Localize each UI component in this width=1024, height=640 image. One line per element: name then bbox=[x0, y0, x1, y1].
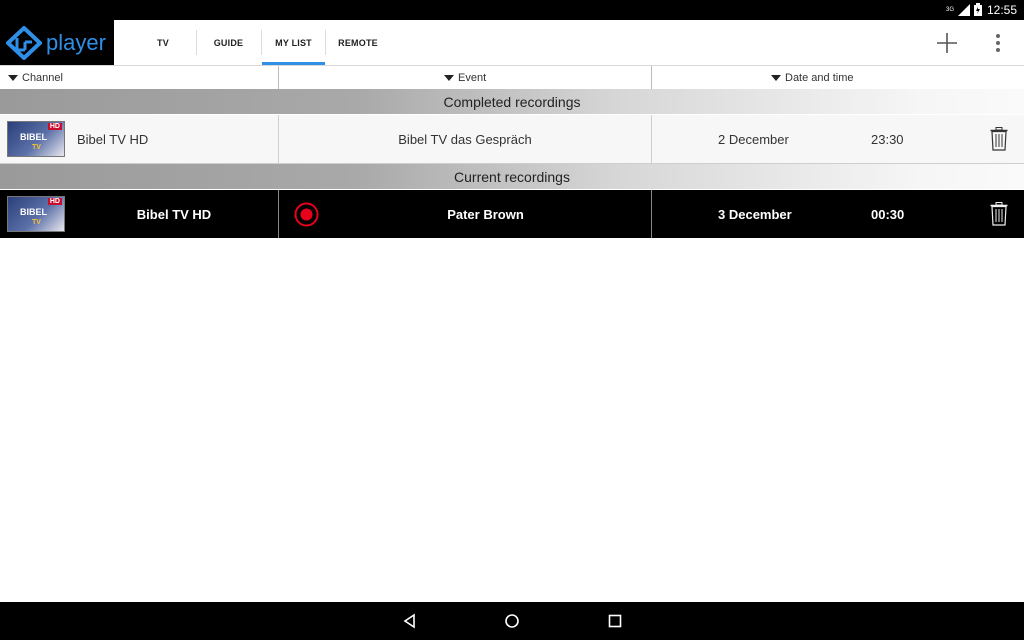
column-divider bbox=[651, 190, 652, 238]
status-icons: 3G bbox=[946, 3, 982, 16]
app-logo[interactable]: player bbox=[0, 20, 114, 65]
section-header-completed: Completed recordings bbox=[0, 89, 1024, 114]
tab-tv[interactable]: TV bbox=[144, 20, 182, 65]
tab-tv-label: TV bbox=[157, 37, 169, 48]
tab-divider bbox=[325, 30, 326, 55]
column-divider bbox=[278, 190, 279, 238]
channel-logo-text: BIBEL bbox=[20, 207, 47, 217]
section-title: Current recordings bbox=[454, 168, 570, 185]
channel-logo-sub: TV bbox=[32, 219, 41, 226]
recents-icon[interactable] bbox=[607, 613, 623, 629]
recording-date: 2 December bbox=[718, 131, 789, 147]
channel-logo: HD BIBEL TV bbox=[7, 196, 65, 232]
delete-icon[interactable] bbox=[990, 127, 1008, 151]
recording-row[interactable]: HD BIBEL TV Bibel TV HD Bibel TV das Ges… bbox=[0, 115, 1024, 164]
column-header-datetime-label: Date and time bbox=[785, 71, 854, 84]
status-bar: 3G 12:55 bbox=[0, 0, 1024, 20]
signal-icon bbox=[958, 3, 970, 16]
overflow-menu-button[interactable] bbox=[983, 28, 1013, 58]
channel-logo: HD BIBEL TV bbox=[7, 121, 65, 157]
section-title: Completed recordings bbox=[443, 93, 581, 110]
clock: 12:55 bbox=[986, 3, 1017, 17]
app-bar: player TV GUIDE MY LIST REMOTE bbox=[0, 20, 1024, 66]
network-type-label: 3G bbox=[945, 6, 954, 13]
tab-guide-label: GUIDE bbox=[213, 37, 244, 48]
recording-date: 3 December bbox=[718, 206, 792, 222]
column-header-channel-label: Channel bbox=[22, 71, 63, 84]
channel-logo-text: BIBEL bbox=[20, 132, 47, 142]
recording-time: 23:30 bbox=[871, 131, 904, 147]
logo-icon bbox=[6, 25, 42, 60]
channel-name: Bibel TV HD bbox=[136, 206, 212, 222]
tab-remote-label: REMOTE bbox=[338, 37, 378, 48]
sort-down-icon bbox=[444, 74, 454, 81]
recording-row[interactable]: HD BIBEL TV Bibel TV HD Pater Brown 3 De… bbox=[0, 190, 1024, 238]
column-header-event-label: Event bbox=[458, 71, 487, 84]
tab-divider bbox=[196, 30, 197, 55]
section-header-current: Current recordings bbox=[0, 164, 1024, 189]
tab-my-list[interactable]: MY LIST bbox=[262, 20, 325, 65]
battery-icon bbox=[974, 3, 982, 16]
hd-badge: HD bbox=[47, 123, 62, 130]
delete-icon[interactable] bbox=[990, 202, 1008, 226]
home-icon[interactable] bbox=[504, 613, 520, 629]
column-header-datetime[interactable]: Date and time bbox=[771, 66, 853, 89]
recording-indicator-icon bbox=[294, 202, 319, 227]
column-divider bbox=[278, 66, 279, 89]
more-vert-icon bbox=[996, 34, 1000, 52]
add-button[interactable] bbox=[932, 28, 962, 58]
tab-my-list-label: MY LIST bbox=[275, 37, 312, 48]
event-title: Pater Brown bbox=[447, 206, 524, 222]
tab-guide[interactable]: GUIDE bbox=[203, 20, 254, 65]
event-title: Bibel TV das Gespräch bbox=[398, 131, 532, 147]
hd-badge: HD bbox=[47, 198, 62, 205]
sort-down-icon bbox=[8, 74, 18, 81]
column-header-event[interactable]: Event bbox=[444, 66, 486, 89]
plus-icon bbox=[937, 33, 957, 53]
channel-logo-sub: TV bbox=[32, 144, 41, 151]
back-icon[interactable] bbox=[402, 613, 418, 629]
sort-down-icon bbox=[771, 74, 781, 81]
column-divider bbox=[651, 115, 652, 163]
system-nav-bar bbox=[0, 602, 1024, 640]
channel-name: Bibel TV HD bbox=[77, 131, 149, 147]
column-divider bbox=[651, 66, 652, 89]
column-headers: Channel Event Date and time bbox=[0, 66, 1024, 90]
column-header-channel[interactable]: Channel bbox=[8, 66, 63, 89]
tab-remote[interactable]: REMOTE bbox=[330, 20, 386, 65]
app-name: player bbox=[46, 29, 106, 55]
recording-time: 00:30 bbox=[871, 206, 905, 222]
